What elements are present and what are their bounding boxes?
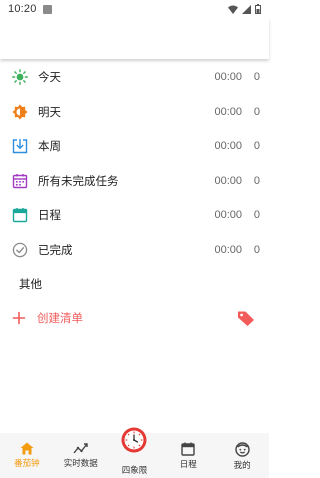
tab-label: 实时数据 — [63, 459, 98, 469]
tab-label: 番茄钟 — [14, 459, 40, 469]
sun-icon — [12, 69, 28, 86]
calendar-grid-icon — [12, 173, 28, 189]
tag-icon[interactable] — [237, 310, 255, 326]
list-item-label: 所有未完成任务 — [38, 173, 119, 188]
status-icons — [228, 4, 261, 14]
tab-label: 四象限 — [121, 466, 148, 476]
tab-me[interactable]: 我的 — [215, 433, 269, 478]
create-list-label: 创建清单 — [37, 311, 83, 325]
download-box-icon — [12, 138, 28, 154]
tab-realtime-data[interactable]: 实时数据 — [54, 433, 108, 478]
list-item-label: 今天 — [38, 70, 61, 85]
status-time: 10:20 — [8, 3, 37, 15]
list-item-this-week[interactable]: 本周 00:00 0 — [0, 129, 269, 164]
list-item-all-unfinished[interactable]: 所有未完成任务 00:00 0 — [0, 164, 269, 199]
list-item-time: 00:00 — [214, 71, 242, 84]
signal-icon — [242, 4, 251, 14]
smart-list: 今天 00:00 0 明天 00:00 0 本周 00:00 0 所有未完成任务… — [0, 60, 269, 267]
battery-icon — [255, 4, 261, 14]
tab-four-quadrants[interactable]: 四象限 — [108, 427, 162, 478]
trend-chart-icon — [73, 443, 88, 454]
tab-schedule[interactable]: 日程 — [161, 433, 215, 478]
face-icon — [234, 442, 250, 457]
list-item-time: 00:00 — [214, 140, 242, 153]
list-item-schedule[interactable]: 日程 00:00 0 — [0, 198, 269, 233]
list-item-count: 0 — [253, 71, 260, 84]
calendar-icon — [12, 207, 28, 223]
list-item-count: 0 — [253, 209, 260, 222]
create-list-button[interactable]: 创建清单 — [0, 305, 269, 331]
list-item-tomorrow[interactable]: 明天 00:00 0 — [0, 95, 269, 130]
list-item-time: 00:00 — [214, 243, 242, 256]
list-item-completed[interactable]: 已完成 00:00 0 — [0, 233, 269, 268]
tab-label: 日程 — [179, 460, 197, 470]
status-bar: 10:20 — [0, 0, 269, 18]
list-item-time: 00:00 — [214, 174, 242, 187]
half-sun-icon — [12, 104, 28, 120]
list-item-count: 0 — [253, 105, 260, 118]
check-circle-icon — [12, 242, 28, 258]
top-app-bar — [0, 18, 269, 59]
list-item-count: 0 — [253, 140, 260, 153]
home-icon — [20, 442, 34, 455]
list-item-label: 明天 — [38, 104, 61, 119]
list-item-label: 已完成 — [38, 242, 73, 257]
plus-icon — [12, 311, 26, 325]
tab-pomodoro[interactable]: 番茄钟 — [0, 433, 54, 478]
bottom-nav: 番茄钟 实时数据 四象限 日程 我的 — [0, 427, 269, 478]
list-item-count: 0 — [253, 174, 260, 187]
tab-label: 我的 — [233, 461, 251, 471]
clock-icon — [121, 427, 147, 453]
list-item-count: 0 — [253, 243, 260, 256]
notification-icon — [42, 4, 52, 14]
list-item-time: 00:00 — [214, 105, 242, 118]
section-header-other: 其他 — [19, 277, 42, 291]
list-item-label: 日程 — [38, 208, 61, 223]
list-item-label: 本周 — [38, 139, 61, 154]
list-item-time: 00:00 — [214, 209, 242, 222]
wifi-icon — [228, 5, 238, 14]
calendar-icon — [181, 442, 195, 456]
list-item-today[interactable]: 今天 00:00 0 — [0, 60, 269, 95]
